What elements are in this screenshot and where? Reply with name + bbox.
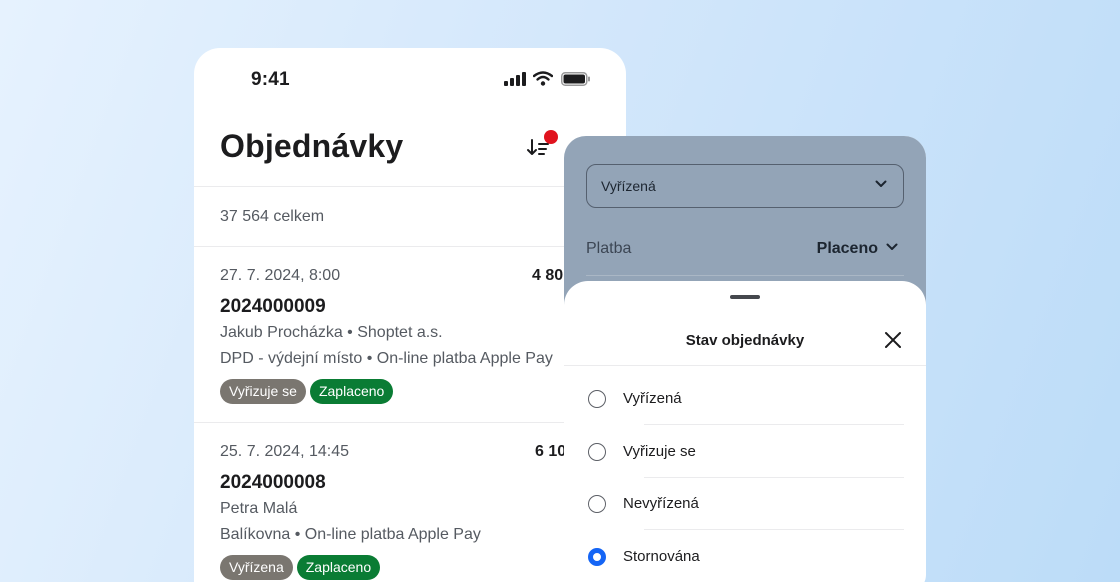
- battery-icon: [561, 72, 590, 86]
- order-customer: Jakub Procházka • Shoptet a.s.: [220, 324, 443, 341]
- sheet-drag-handle[interactable]: [730, 295, 760, 299]
- order-date: 25. 7. 2024, 14:45: [220, 443, 349, 460]
- order-number: 2024000009: [220, 296, 326, 317]
- payment-filter-label: Platba: [586, 240, 632, 257]
- chevron-down-icon: [875, 180, 887, 187]
- order-badges: Vyřizuje se Zaplaceno: [220, 379, 394, 404]
- filter-panel: Vyřízená Platba Placeno Stav objednávky …: [564, 136, 926, 582]
- order-date: 27. 7. 2024, 8:00: [220, 267, 341, 284]
- state-option[interactable]: Nevyřízená: [586, 478, 904, 530]
- status-badge: Vyřizuje se: [220, 379, 306, 404]
- order-customer: Petra Malá: [220, 500, 298, 517]
- order-amount: 6 10: [535, 443, 567, 460]
- sheet-title: Stav objednávky: [685, 332, 805, 349]
- divider: [644, 529, 904, 530]
- state-option[interactable]: Stornována: [586, 531, 904, 582]
- status-badge: Vyřízena: [220, 555, 293, 580]
- page-title: Objednávky: [220, 128, 404, 164]
- order-list-item[interactable]: 25. 7. 2024, 14:45 6 10 2024000008 Petra…: [194, 423, 626, 582]
- payment-filter-value[interactable]: Placeno: [817, 240, 878, 258]
- payment-badge: Zaplaceno: [296, 555, 381, 580]
- close-icon[interactable]: [882, 329, 904, 351]
- order-number: 2024000008: [220, 472, 326, 493]
- radio-button[interactable]: [588, 390, 606, 408]
- order-state-select[interactable]: Vyřízená: [586, 164, 904, 208]
- state-option-label: Vyřízená: [623, 390, 682, 407]
- state-option-label: Vyřizuje se: [623, 443, 696, 460]
- state-option[interactable]: Vyřízená: [586, 373, 904, 425]
- order-list-item[interactable]: 27. 7. 2024, 8:00 4 80 2024000009 Jakub …: [194, 247, 626, 423]
- divider: [644, 424, 904, 425]
- orders-total-count: 37 564 celkem: [220, 208, 325, 225]
- radio-button-selected[interactable]: [588, 548, 606, 566]
- radio-button[interactable]: [588, 495, 606, 513]
- radio-button[interactable]: [588, 443, 606, 461]
- orders-phone-screen: 9:41 Objednávky 37 564 celkem 27. 7. 202…: [194, 48, 626, 582]
- order-shipping-payment: DPD - výdejní místo • On-line platba App…: [220, 350, 553, 367]
- status-time: 9:41: [251, 69, 290, 90]
- order-shipping-payment: Balíkovna • On-line platba Apple Pay: [220, 526, 481, 543]
- state-option-label: Stornována: [623, 548, 700, 565]
- order-amount: 4 80: [532, 267, 564, 284]
- order-state-bottom-sheet: Stav objednávky Vyřízená Vyřizuje se Nev…: [564, 281, 926, 582]
- divider: [586, 275, 904, 276]
- cellular-signal-icon: [504, 72, 526, 86]
- payment-badge: Zaplaceno: [309, 379, 394, 404]
- order-badges: Vyřízena Zaplaceno: [220, 555, 381, 580]
- notification-dot: [544, 130, 558, 144]
- state-option[interactable]: Vyřizuje se: [586, 426, 904, 478]
- divider: [194, 186, 626, 187]
- status-bar: 9:41: [194, 48, 626, 112]
- state-option-label: Nevyřízená: [623, 495, 699, 512]
- divider: [564, 365, 926, 366]
- chevron-down-icon[interactable]: [886, 243, 898, 251]
- order-state-select-value: Vyřízená: [601, 178, 656, 194]
- wifi-icon: [533, 71, 553, 86]
